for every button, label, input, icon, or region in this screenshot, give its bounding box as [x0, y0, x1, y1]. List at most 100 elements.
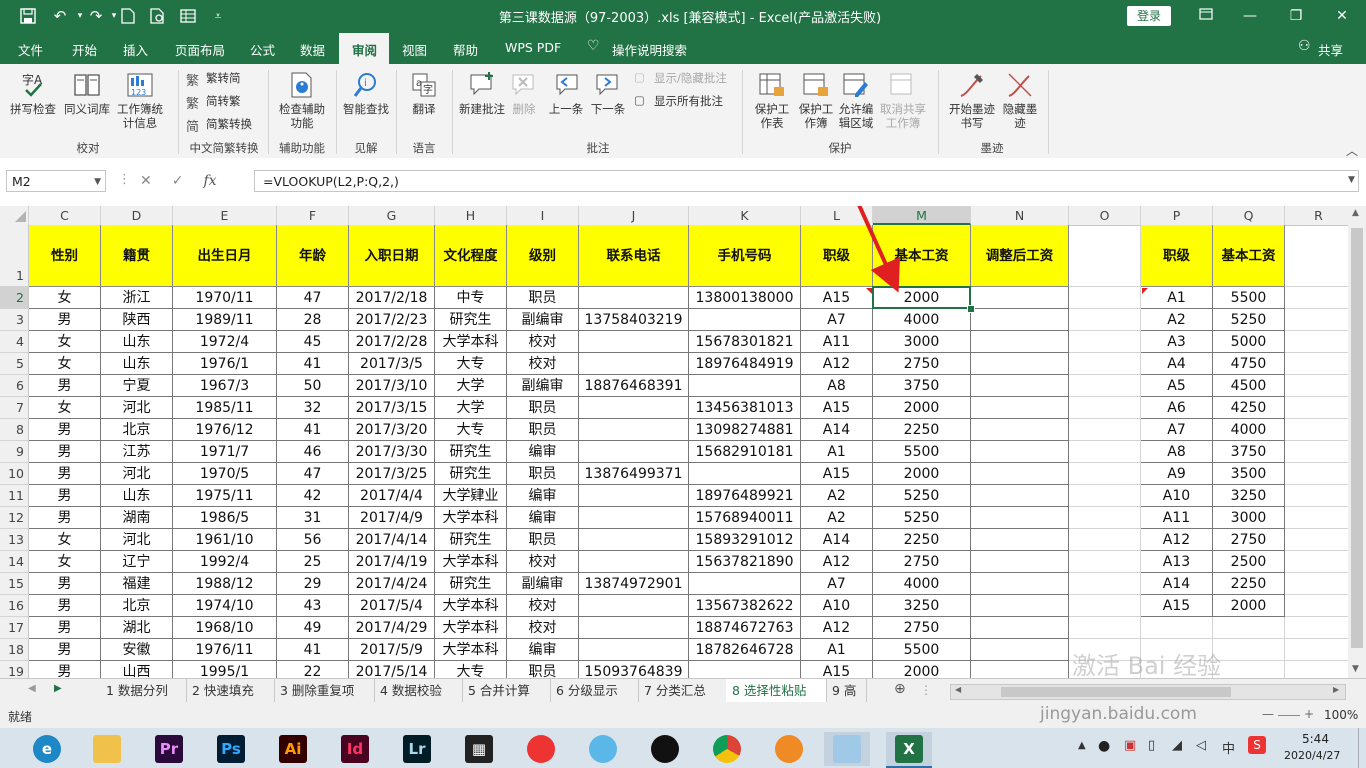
t2s-button[interactable]: 繁繁转简 [186, 70, 241, 89]
taskbar-app-icon[interactable] [518, 732, 564, 766]
prev-sheet-icon[interactable]: ◀ [28, 683, 36, 694]
taskbar-video-editor-icon[interactable]: ▦ [456, 732, 502, 766]
network-icon[interactable]: ◢ [1172, 738, 1182, 753]
restore-icon[interactable]: ❐ [1276, 4, 1316, 28]
ime-indicator[interactable]: 中 [1222, 738, 1235, 757]
worksheet-grid[interactable]: CDEFGHIJKLMNOPQR 1 2 3 4 5 6 7 8 9 10 11 12 13 14 15 16… [0, 206, 1348, 678]
volume-icon[interactable]: ◁ [1196, 738, 1206, 753]
s2t-button[interactable]: 繁简转繁 [186, 93, 241, 112]
taskbar-chrome-icon[interactable] [704, 732, 750, 766]
name-box[interactable]: M2 ▼ [6, 170, 106, 192]
ribbon-display-icon[interactable] [1186, 4, 1226, 28]
scroll-down-icon[interactable]: ▼ [1352, 664, 1359, 674]
taskbar-media-icon[interactable] [766, 732, 812, 766]
next-sheet-icon[interactable]: ▶ [54, 683, 62, 694]
horizontal-scroll-thumb[interactable] [1001, 687, 1231, 697]
scroll-up-icon[interactable]: ▲ [1352, 208, 1359, 218]
tray-qq-icon[interactable]: ● [1098, 738, 1110, 754]
protect-sheet-button[interactable]: 保护工作表 [750, 70, 794, 130]
hide-ink-button[interactable]: 隐藏墨迹 [998, 70, 1042, 130]
protect-workbook-button[interactable]: 保护工作簿 [794, 70, 838, 130]
zoom-level[interactable]: 100% [1324, 708, 1358, 722]
form-icon[interactable] [176, 5, 200, 27]
taskbar-explorer-icon[interactable] [84, 732, 130, 766]
tab-wps-pdf[interactable]: WPS PDF [505, 40, 561, 55]
allow-edit-ranges-button[interactable]: 允许编辑区域 [836, 70, 876, 130]
tab-file[interactable]: 文件 [18, 40, 43, 59]
sheet-tab[interactable]: 9 高 [826, 679, 867, 702]
formula-input[interactable]: =VLOOKUP(L2,P:Q,2,) [254, 170, 1359, 192]
tray-device-icon[interactable]: ▯ [1148, 738, 1155, 753]
sheet-tab[interactable]: 6 分级显示 [550, 679, 639, 702]
smart-lookup-button[interactable]: i 智能查找 [342, 70, 390, 116]
zoom-in-icon[interactable]: + [1304, 707, 1314, 721]
sheet-tab[interactable]: 8 选择性粘贴 [726, 679, 827, 704]
convert-button[interactable]: 简简繁转换 [186, 116, 252, 135]
new-comment-button[interactable]: 新建批注 [458, 70, 506, 116]
vertical-scroll-thumb[interactable] [1351, 228, 1363, 648]
scroll-left-icon[interactable]: ◀ [955, 685, 961, 694]
customize-qat-icon[interactable]: ⩡ [206, 5, 230, 27]
taskbar-indesign-icon[interactable]: Id [332, 732, 378, 766]
taskbar-notes-icon[interactable] [824, 732, 870, 766]
close-icon[interactable]: ✕ [1322, 4, 1362, 28]
save-icon[interactable] [16, 5, 40, 27]
taskbar-excel-icon[interactable]: X [886, 732, 932, 768]
print-preview-icon[interactable] [146, 5, 170, 27]
check-accessibility-button[interactable]: 检查辅助功能 [274, 70, 330, 130]
tell-me-search[interactable]: 操作说明搜索 [612, 40, 687, 59]
sheet-tab[interactable]: 2 快速填充 [186, 679, 275, 702]
tray-app-icon[interactable]: ▣ [1124, 738, 1136, 753]
tab-formulas[interactable]: 公式 [250, 40, 275, 59]
insert-function-icon[interactable]: fx [203, 173, 216, 189]
show-all-comments-button[interactable]: ▢ 显示所有批注 [634, 93, 723, 109]
taskbar-chat-app-icon[interactable] [580, 732, 626, 766]
sheet-tab[interactable]: 3 删除重复项 [274, 679, 375, 702]
delete-comment-button[interactable]: 删除 [506, 70, 542, 116]
collapse-ribbon-icon[interactable]: ︿ [1346, 142, 1358, 159]
tab-split-icon[interactable]: ⋮ [920, 683, 932, 697]
previous-comment-button[interactable]: 上一条 [546, 70, 586, 116]
tab-help[interactable]: 帮助 [453, 40, 478, 59]
zoom-out-icon[interactable]: — [1262, 707, 1274, 721]
show-hide-comment-button[interactable]: ▢ 显示/隐藏批注 [634, 70, 727, 86]
login-button[interactable]: 登录 [1127, 6, 1171, 26]
tab-view[interactable]: 视图 [402, 40, 427, 59]
taskbar-browser-icon[interactable]: e [24, 732, 70, 766]
tab-data[interactable]: 数据 [300, 40, 325, 59]
tray-sogou-icon[interactable]: S [1248, 736, 1266, 754]
vertical-scrollbar[interactable]: ▲ ▼ [1348, 206, 1366, 678]
share-button[interactable]: 共享 [1318, 40, 1343, 59]
taskbar-illustrator-icon[interactable]: Ai [270, 732, 316, 766]
new-file-icon[interactable] [116, 5, 140, 27]
enter-icon[interactable]: ✓ [172, 173, 184, 189]
unshare-workbook-button[interactable]: 取消共享工作簿 [878, 70, 928, 130]
next-comment-button[interactable]: 下一条 [588, 70, 628, 116]
thesaurus-button[interactable]: 同义词库 [60, 70, 114, 116]
taskbar-lightroom-icon[interactable]: Lr [394, 732, 440, 766]
tab-review[interactable]: 审阅 [352, 40, 377, 59]
name-box-dropdown-icon[interactable]: ▼ [94, 171, 101, 193]
translate-button[interactable]: a字 翻译 [402, 70, 446, 116]
spell-check-button[interactable]: 字A 拼写检查 [8, 70, 58, 116]
scroll-right-icon[interactable]: ▶ [1333, 685, 1339, 694]
workbook-stats-button[interactable]: 123 工作簿统计信息 [114, 70, 166, 130]
tab-home[interactable]: 开始 [72, 40, 97, 59]
tray-expand-icon[interactable]: ▲ [1078, 740, 1086, 751]
taskbar-photoshop-icon[interactable]: Ps [208, 732, 254, 766]
start-inking-button[interactable]: 开始墨迹书写 [944, 70, 1000, 130]
new-sheet-icon[interactable]: ⊕ [894, 681, 906, 697]
sheet-tab[interactable]: 7 分类汇总 [638, 679, 727, 702]
share-person-icon[interactable]: ⚇ [1298, 38, 1311, 54]
zoom-slider[interactable] [1278, 715, 1300, 716]
cancel-icon[interactable]: ✕ [140, 173, 152, 189]
tab-insert[interactable]: 插入 [123, 40, 148, 59]
sheet-tab[interactable]: 4 数据校验 [374, 679, 463, 702]
expand-formula-bar-icon[interactable]: ▼ [1348, 175, 1355, 185]
taskbar-premiere-icon[interactable]: Pr [146, 732, 192, 766]
sheet-tab[interactable]: 1 数据分列 [100, 679, 187, 702]
show-desktop-button[interactable] [1358, 728, 1366, 768]
taskbar-qq-icon[interactable] [642, 732, 688, 766]
horizontal-scrollbar[interactable]: ◀ ▶ [950, 684, 1346, 700]
sheet-tab[interactable]: 5 合并计算 [462, 679, 551, 702]
